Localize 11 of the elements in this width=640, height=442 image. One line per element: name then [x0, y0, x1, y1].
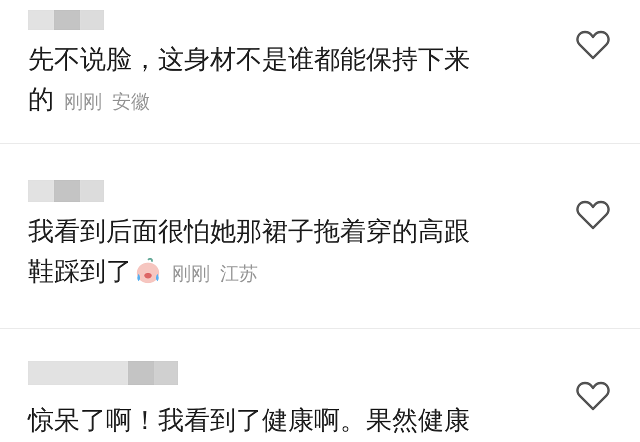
comment-text: 先不说脸，这身材不是谁都能保持下来的 刚刚 安徽 — [28, 44, 471, 117]
crying-emoji-icon — [134, 257, 162, 285]
like-heart-icon[interactable] — [576, 30, 610, 60]
comment-text: 惊呆了啊！我看到了健康啊。果然健康 — [28, 405, 471, 438]
like-heart-icon[interactable] — [576, 200, 610, 230]
like-heart-icon[interactable] — [576, 381, 610, 411]
comment-time: 刚刚 — [172, 263, 210, 285]
comment-location: 安徽 — [112, 91, 150, 113]
comment-time: 刚刚 — [64, 91, 102, 113]
comment-text: 我看到后面很怕她那裙子拖着穿的高跟鞋踩到了 刚刚 江苏 — [28, 216, 471, 289]
comment-location: 江苏 — [220, 263, 258, 285]
